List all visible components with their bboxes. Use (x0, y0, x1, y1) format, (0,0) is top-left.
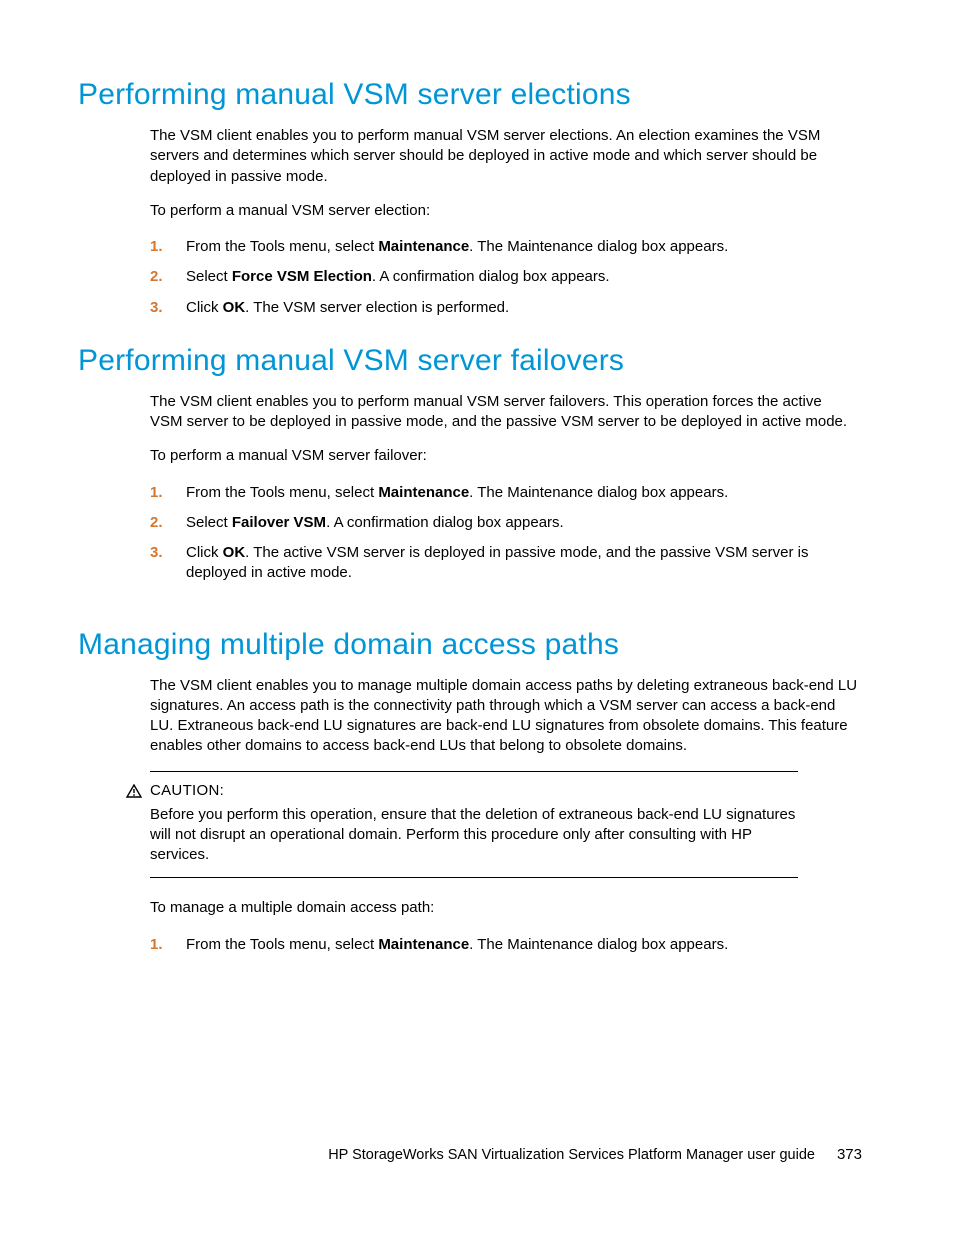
ordered-steps: 1. From the Tools menu, select Maintenan… (150, 237, 858, 318)
step-text-pre: From the Tools menu, select (186, 238, 378, 255)
step-text-bold: OK (223, 544, 246, 561)
step-text-bold: Failover VSM (232, 514, 326, 531)
step-number: 3. (150, 543, 163, 563)
step-text-pre: From the Tools menu, select (186, 484, 378, 501)
section-heading: Managing multiple domain access paths (78, 628, 862, 662)
step-number: 1. (150, 935, 163, 955)
caution-icon (126, 784, 142, 798)
step-text-bold: Maintenance (378, 936, 469, 953)
page-footer: HP StorageWorks SAN Virtualization Servi… (328, 1146, 862, 1163)
step-number: 3. (150, 298, 163, 318)
step-text-post: . The Maintenance dialog box appears. (469, 936, 728, 953)
page-number: 373 (837, 1146, 862, 1163)
ordered-steps: 1. From the Tools menu, select Maintenan… (150, 483, 858, 584)
intro-paragraph: The VSM client enables you to manage mul… (150, 676, 858, 757)
lead-paragraph: To perform a manual VSM server election: (150, 201, 858, 221)
step-item: 3. Click OK. The active VSM server is de… (150, 543, 858, 584)
step-text-pre: From the Tools menu, select (186, 936, 378, 953)
step-item: 1. From the Tools menu, select Maintenan… (150, 237, 858, 257)
caution-text: Before you perform this operation, ensur… (150, 805, 798, 866)
divider (150, 877, 798, 878)
document-page: Performing manual VSM server elections T… (0, 0, 954, 1235)
step-item: 2. Select Failover VSM. A confirmation d… (150, 513, 858, 533)
section-heading: Performing manual VSM server failovers (78, 344, 862, 378)
step-text-post: . A confirmation dialog box appears. (326, 514, 564, 531)
divider (150, 771, 798, 772)
step-text-pre: Select (186, 268, 232, 285)
step-number: 2. (150, 513, 163, 533)
step-item: 1. From the Tools menu, select Maintenan… (150, 935, 858, 955)
step-text-bold: Maintenance (378, 484, 469, 501)
intro-paragraph: The VSM client enables you to perform ma… (150, 126, 858, 187)
caution-label: CAUTION: (150, 782, 224, 799)
step-text-pre: Click (186, 299, 223, 316)
lead-paragraph: To perform a manual VSM server failover: (150, 446, 858, 466)
step-text-post: . A confirmation dialog box appears. (372, 268, 610, 285)
step-text-pre: Select (186, 514, 232, 531)
step-item: 1. From the Tools menu, select Maintenan… (150, 483, 858, 503)
caution-callout: CAUTION: Before you perform this operati… (150, 771, 858, 879)
step-item: 2. Select Force VSM Election. A confirma… (150, 267, 858, 287)
lead-paragraph: To manage a multiple domain access path: (150, 898, 858, 918)
ordered-steps: 1. From the Tools menu, select Maintenan… (150, 935, 858, 955)
step-text-pre: Click (186, 544, 223, 561)
section-heading: Performing manual VSM server elections (78, 78, 862, 112)
step-text-post: . The Maintenance dialog box appears. (469, 238, 728, 255)
footer-title: HP StorageWorks SAN Virtualization Servi… (328, 1147, 815, 1163)
step-text-bold: OK (223, 299, 246, 316)
section-body: The VSM client enables you to manage mul… (150, 676, 858, 955)
step-item: 3. Click OK. The VSM server election is … (150, 298, 858, 318)
intro-paragraph: The VSM client enables you to perform ma… (150, 392, 858, 433)
step-number: 2. (150, 267, 163, 287)
step-text-post: . The VSM server election is performed. (245, 299, 509, 316)
caution-header: CAUTION: (126, 782, 858, 799)
step-text-post: . The Maintenance dialog box appears. (469, 484, 728, 501)
step-text-bold: Force VSM Election (232, 268, 372, 285)
step-number: 1. (150, 237, 163, 257)
step-text-post: . The active VSM server is deployed in p… (186, 544, 809, 581)
step-text-bold: Maintenance (378, 238, 469, 255)
step-number: 1. (150, 483, 163, 503)
section-body: The VSM client enables you to perform ma… (150, 126, 858, 318)
section-body: The VSM client enables you to perform ma… (150, 392, 858, 584)
